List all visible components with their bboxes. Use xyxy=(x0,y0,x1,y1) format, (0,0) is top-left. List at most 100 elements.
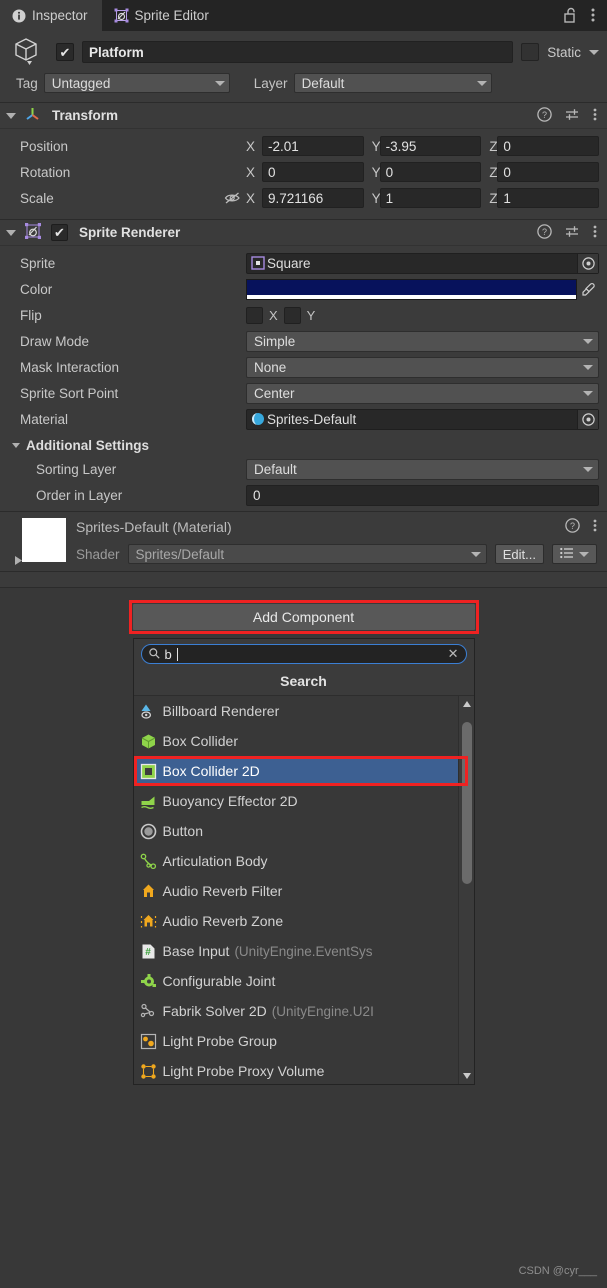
component-list-item[interactable]: Button xyxy=(134,816,474,846)
flip-y-checkbox[interactable] xyxy=(283,306,301,324)
rotation-y-input[interactable]: 0 xyxy=(379,162,482,182)
color-label: Color xyxy=(20,281,53,297)
additional-settings-foldout[interactable]: Additional Settings xyxy=(8,433,599,457)
arrow-up-icon[interactable] xyxy=(462,701,471,707)
cube-icon[interactable] xyxy=(8,36,48,68)
padlock-open-icon[interactable] xyxy=(563,7,577,26)
chevron-down-icon xyxy=(583,390,593,396)
shader-edit-label: Edit... xyxy=(502,546,536,562)
help-icon[interactable]: ? xyxy=(537,106,552,125)
gameobject-name-input[interactable]: Platform xyxy=(82,41,514,63)
component-list-scrollbar[interactable] xyxy=(457,696,474,1084)
component-list-item[interactable]: Audio Reverb Zone xyxy=(134,906,474,936)
component-list-item[interactable]: Box Collider 2D xyxy=(133,756,474,786)
mask-interaction-row: Mask Interaction None xyxy=(8,355,599,379)
material-foldout-arrow-icon[interactable] xyxy=(14,554,23,569)
sprite-label: Sprite xyxy=(20,255,56,271)
rotation-x-input[interactable]: 0 xyxy=(262,162,364,182)
position-x-input[interactable]: -2.01 xyxy=(262,136,364,156)
static-dropdown-chevron-down-icon[interactable] xyxy=(589,49,599,55)
material-object-field[interactable]: Sprites-Default xyxy=(246,408,599,430)
tag-layer-row: Tag Untagged Layer Default xyxy=(8,73,599,93)
kebab-menu-icon[interactable] xyxy=(591,7,595,26)
color-swatch[interactable] xyxy=(246,278,577,300)
component-list-item-label: Fabrik Solver 2D xyxy=(162,1003,267,1019)
scale-y-value: 1 xyxy=(385,190,394,206)
transform-rotation-row: Rotation X 0 Y 0 Z 0 xyxy=(8,160,600,184)
component-list-item[interactable]: Buoyancy Effector 2D xyxy=(134,786,474,816)
help-icon[interactable]: ? xyxy=(565,518,580,536)
material-preview-block: Sprites-Default (Material) ? Shader Spri… xyxy=(0,512,607,572)
chevron-down-icon xyxy=(470,551,481,557)
component-list-item[interactable]: Configurable Joint xyxy=(134,966,474,996)
preset-icon[interactable] xyxy=(565,107,580,125)
draw-mode-dropdown[interactable]: Simple xyxy=(246,330,599,352)
billboard-renderer-icon xyxy=(140,702,158,720)
flip-x-checkbox[interactable] xyxy=(246,306,263,324)
position-y-input[interactable]: -3.95 xyxy=(379,136,482,156)
eyedropper-icon[interactable] xyxy=(577,282,599,297)
sorting-layer-dropdown[interactable]: Default xyxy=(246,458,599,480)
sprite-sort-point-value: Center xyxy=(254,385,295,401)
sprite-renderer-header[interactable]: Sprite Renderer ? xyxy=(0,220,607,246)
component-list-item[interactable]: Articulation Body xyxy=(134,846,474,876)
component-list-item-label: Box Collider 2D xyxy=(162,763,260,779)
kebab-menu-icon[interactable] xyxy=(593,107,597,125)
transform-header[interactable]: Transform ? xyxy=(0,103,607,129)
kebab-menu-icon[interactable] xyxy=(593,518,597,536)
foldout-arrow-icon[interactable] xyxy=(6,112,16,119)
add-component-button[interactable]: Add Component xyxy=(131,603,476,631)
rotation-z-input[interactable]: 0 xyxy=(497,162,600,182)
close-icon[interactable]: ✕ xyxy=(448,646,459,662)
static-checkbox[interactable] xyxy=(521,43,540,61)
sprite-renderer-enabled-checkbox[interactable] xyxy=(51,224,68,241)
material-label: Material xyxy=(20,411,69,427)
object-picker-icon[interactable] xyxy=(577,409,598,429)
scale-x-value: 9.721166 xyxy=(268,190,324,206)
arrow-down-icon[interactable] xyxy=(462,1073,471,1079)
sprite-sort-point-dropdown[interactable]: Center xyxy=(246,382,599,404)
order-in-layer-input[interactable]: 0 xyxy=(246,484,599,506)
foldout-arrow-icon xyxy=(12,442,20,448)
transform-body: Position X -2.01 Y -3.95 Z 0 Rotation X … xyxy=(0,129,607,219)
sprite-object-field[interactable]: Square xyxy=(246,252,599,274)
help-icon[interactable]: ? xyxy=(537,223,552,242)
shader-list-dropdown[interactable] xyxy=(552,544,597,564)
scale-x-input[interactable]: 9.721166 xyxy=(262,188,364,208)
scale-y-input[interactable]: 1 xyxy=(379,188,482,208)
component-list-item[interactable]: Billboard Renderer xyxy=(134,696,474,726)
light-probe-proxy-volume-icon xyxy=(140,1062,158,1080)
component-list-item-label: Light Probe Proxy Volume xyxy=(162,1063,325,1079)
chevron-down-icon xyxy=(579,551,589,557)
tab-inspector[interactable]: Inspector xyxy=(0,0,102,31)
component-list-item[interactable]: Audio Reverb Filter xyxy=(134,876,474,906)
shader-label: Shader xyxy=(76,546,120,562)
constrain-proportions-off-icon[interactable] xyxy=(224,191,246,205)
search-input[interactable]: b ✕ xyxy=(140,644,467,664)
component-list-item[interactable]: Fabrik Solver 2D (UnityEngine.U2I xyxy=(134,996,474,1026)
component-list[interactable]: Billboard Renderer Box Collider Box Collid… xyxy=(133,696,474,1084)
kebab-menu-icon[interactable] xyxy=(593,224,597,242)
sprite-editor-icon xyxy=(114,8,129,23)
svg-text:#: # xyxy=(145,947,151,958)
position-z-input[interactable]: 0 xyxy=(497,136,600,156)
component-list-item[interactable]: Light Probe Group xyxy=(134,1026,474,1056)
shader-dropdown[interactable]: Sprites/Default xyxy=(127,544,487,564)
component-list-item[interactable]: # Base Input (UnityEngine.EventSys xyxy=(134,936,474,966)
object-picker-icon[interactable] xyxy=(577,253,598,273)
layer-dropdown[interactable]: Default xyxy=(293,73,492,93)
component-list-item[interactable]: Light Probe Proxy Volume xyxy=(134,1056,474,1084)
preset-icon[interactable] xyxy=(565,224,580,242)
material-title: Sprites-Default (Material) xyxy=(76,519,232,535)
scrollbar-thumb[interactable] xyxy=(461,722,472,884)
tab-sprite-editor[interactable]: Sprite Editor xyxy=(102,0,223,31)
sprite-sort-point-label: Sprite Sort Point xyxy=(20,385,119,401)
gameobject-enabled-checkbox[interactable] xyxy=(56,43,74,61)
foldout-arrow-icon[interactable] xyxy=(6,229,16,236)
component-list-item-label: Base Input xyxy=(162,943,230,959)
shader-edit-button[interactable]: Edit... xyxy=(494,544,544,564)
scale-z-input[interactable]: 1 xyxy=(497,188,600,208)
tag-dropdown[interactable]: Untagged xyxy=(43,73,230,93)
component-list-item[interactable]: Box Collider xyxy=(134,726,474,756)
mask-interaction-dropdown[interactable]: None xyxy=(246,356,599,378)
